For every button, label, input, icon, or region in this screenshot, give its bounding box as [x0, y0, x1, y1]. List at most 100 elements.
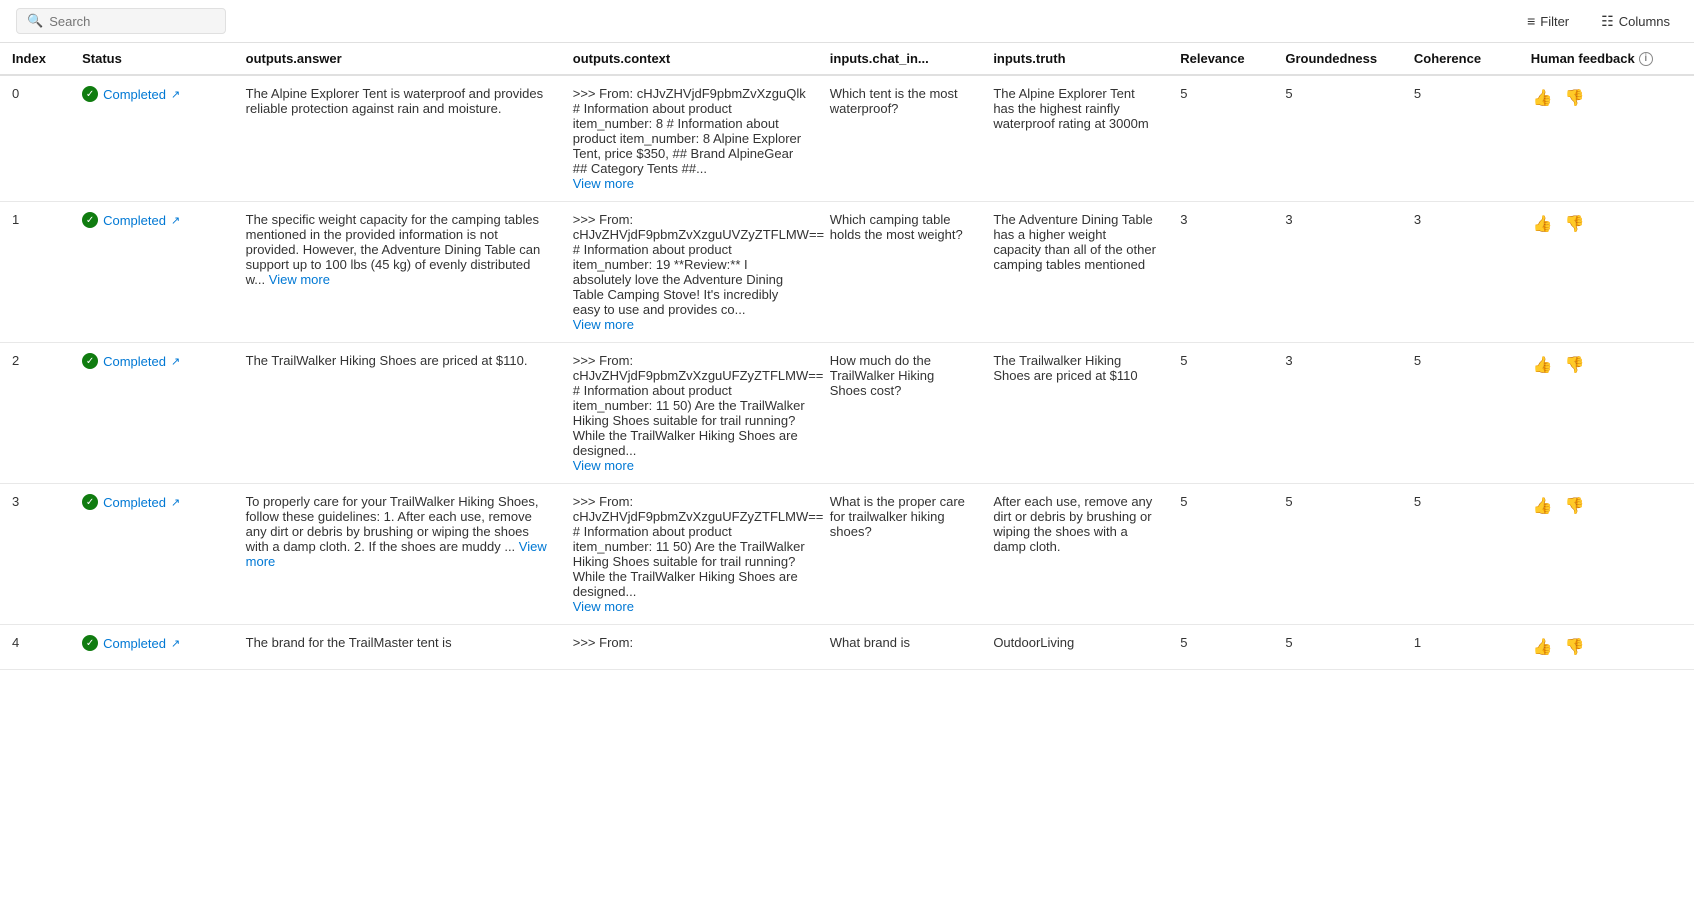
thumbs-up-button-0[interactable]: 👍: [1531, 86, 1555, 110]
status-text: Completed: [103, 495, 166, 510]
cell-status-4: ✓ Completed ↗: [70, 625, 234, 670]
status-text: Completed: [103, 636, 166, 651]
cell-coherence-1: 3: [1402, 202, 1519, 343]
context-text-0: >>> From: cHJvZHVjdF9pbmZvXzguQlk # Info…: [573, 86, 806, 176]
thumbs-down-button-1[interactable]: 👎: [1563, 212, 1587, 236]
thumbs-down-button-3[interactable]: 👎: [1563, 494, 1587, 518]
table-row: 2 ✓ Completed ↗ The TrailWalker Hiking S…: [0, 343, 1694, 484]
cell-status-1: ✓ Completed ↗: [70, 202, 234, 343]
cell-groundedness-4: 5: [1273, 625, 1402, 670]
cell-coherence-0: 5: [1402, 75, 1519, 202]
cell-status-0: ✓ Completed ↗: [70, 75, 234, 202]
cell-relevance-3: 5: [1168, 484, 1273, 625]
header-status: Status: [70, 43, 234, 75]
human-feedback-info-icon[interactable]: i: [1639, 52, 1653, 66]
checkmark-icon: ✓: [82, 86, 98, 102]
header-index: Index: [0, 43, 70, 75]
cell-index-4: 4: [0, 625, 70, 670]
header-outputs-context: outputs.context: [561, 43, 818, 75]
cell-chat-in-1: Which camping table holds the most weigh…: [818, 202, 982, 343]
status-text: Completed: [103, 87, 166, 102]
cell-coherence-3: 5: [1402, 484, 1519, 625]
results-table: Index Status outputs.answer outputs.cont…: [0, 43, 1694, 670]
top-bar: 🔍 ≡ Filter ☷ Columns: [0, 0, 1694, 43]
cell-truth-1: The Adventure Dining Table has a higher …: [981, 202, 1168, 343]
thumbs-down-button-2[interactable]: 👎: [1563, 353, 1587, 377]
top-bar-actions: ≡ Filter ☷ Columns: [1519, 9, 1678, 34]
cell-index-3: 3: [0, 484, 70, 625]
external-link-icon[interactable]: ↗: [171, 496, 180, 509]
filter-button[interactable]: ≡ Filter: [1519, 9, 1577, 33]
search-icon: 🔍: [27, 13, 43, 29]
table-container: Index Status outputs.answer outputs.cont…: [0, 43, 1694, 670]
cell-groundedness-2: 3: [1273, 343, 1402, 484]
header-human-feedback: Human feedback i: [1519, 43, 1694, 75]
checkmark-icon: ✓: [82, 212, 98, 228]
thumbs-up-button-4[interactable]: 👍: [1531, 635, 1555, 659]
cell-answer-2: The TrailWalker Hiking Shoes are priced …: [234, 343, 561, 484]
external-link-icon[interactable]: ↗: [171, 637, 180, 650]
thumbs-up-button-3[interactable]: 👍: [1531, 494, 1555, 518]
feedback-buttons-3: 👍 👎: [1531, 494, 1682, 518]
view-more-answer-3[interactable]: View more: [246, 539, 547, 569]
feedback-buttons-4: 👍 👎: [1531, 635, 1682, 659]
view-more-context-0[interactable]: View more: [573, 176, 634, 191]
cell-status-2: ✓ Completed ↗: [70, 343, 234, 484]
header-relevance: Relevance: [1168, 43, 1273, 75]
search-box[interactable]: 🔍: [16, 8, 226, 34]
cell-feedback-3: 👍 👎: [1519, 484, 1694, 625]
cell-relevance-2: 5: [1168, 343, 1273, 484]
header-inputs-chat: inputs.chat_in...: [818, 43, 982, 75]
external-link-icon[interactable]: ↗: [171, 214, 180, 227]
filter-icon: ≡: [1527, 13, 1535, 29]
cell-answer-1: The specific weight capacity for the cam…: [234, 202, 561, 343]
header-outputs-answer: outputs.answer: [234, 43, 561, 75]
cell-chat-in-3: What is the proper care for trailwalker …: [818, 484, 982, 625]
thumbs-up-button-1[interactable]: 👍: [1531, 212, 1555, 236]
external-link-icon[interactable]: ↗: [171, 88, 180, 101]
cell-feedback-4: 👍 👎: [1519, 625, 1694, 670]
checkmark-icon: ✓: [82, 494, 98, 510]
checkmark-icon: ✓: [82, 635, 98, 651]
header-coherence: Coherence: [1402, 43, 1519, 75]
header-groundedness: Groundedness: [1273, 43, 1402, 75]
external-link-icon[interactable]: ↗: [171, 355, 180, 368]
view-more-context-1[interactable]: View more: [573, 317, 634, 332]
cell-coherence-4: 1: [1402, 625, 1519, 670]
table-body: 0 ✓ Completed ↗ The Alpine Explorer Tent…: [0, 75, 1694, 670]
cell-answer-4: The brand for the TrailMaster tent is: [234, 625, 561, 670]
table-row: 1 ✓ Completed ↗ The specific weight capa…: [0, 202, 1694, 343]
cell-truth-2: The Trailwalker Hiking Shoes are priced …: [981, 343, 1168, 484]
thumbs-up-button-2[interactable]: 👍: [1531, 353, 1555, 377]
columns-icon: ☷: [1601, 13, 1614, 30]
cell-answer-0: The Alpine Explorer Tent is waterproof a…: [234, 75, 561, 202]
context-text-1: >>> From: cHJvZHVjdF9pbmZvXzguUVZyZTFLMW…: [573, 212, 824, 317]
view-more-answer-1[interactable]: View more: [269, 272, 330, 287]
cell-coherence-2: 5: [1402, 343, 1519, 484]
columns-button[interactable]: ☷ Columns: [1593, 9, 1678, 34]
cell-feedback-1: 👍 👎: [1519, 202, 1694, 343]
cell-context-3: >>> From: cHJvZHVjdF9pbmZvXzguUFZyZTFLMW…: [561, 484, 818, 625]
context-text-2: >>> From: cHJvZHVjdF9pbmZvXzguUFZyZTFLMW…: [573, 353, 824, 458]
status-badge: ✓ Completed ↗: [82, 86, 222, 102]
cell-feedback-0: 👍 👎: [1519, 75, 1694, 202]
thumbs-down-button-0[interactable]: 👎: [1563, 86, 1587, 110]
cell-feedback-2: 👍 👎: [1519, 343, 1694, 484]
cell-index-2: 2: [0, 343, 70, 484]
cell-relevance-1: 3: [1168, 202, 1273, 343]
search-input[interactable]: [49, 14, 215, 29]
cell-answer-3: To properly care for your TrailWalker Hi…: [234, 484, 561, 625]
checkmark-icon: ✓: [82, 353, 98, 369]
cell-context-2: >>> From: cHJvZHVjdF9pbmZvXzguUFZyZTFLMW…: [561, 343, 818, 484]
view-more-context-2[interactable]: View more: [573, 458, 634, 473]
thumbs-down-button-4[interactable]: 👎: [1563, 635, 1587, 659]
status-badge: ✓ Completed ↗: [82, 212, 222, 228]
view-more-context-3[interactable]: View more: [573, 599, 634, 614]
context-text-4: >>> From:: [573, 635, 633, 650]
cell-chat-in-0: Which tent is the most waterproof?: [818, 75, 982, 202]
header-inputs-truth: inputs.truth: [981, 43, 1168, 75]
feedback-buttons-2: 👍 👎: [1531, 353, 1682, 377]
status-text: Completed: [103, 213, 166, 228]
status-badge: ✓ Completed ↗: [82, 494, 222, 510]
status-text: Completed: [103, 354, 166, 369]
